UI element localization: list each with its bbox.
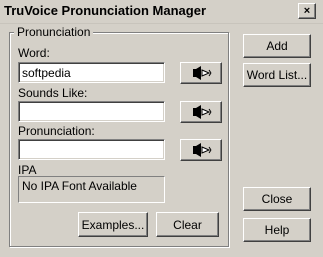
pronunciation-group-legend: Pronunciation — [14, 25, 94, 39]
speak-word-button[interactable] — [180, 62, 222, 84]
clear-button[interactable]: Clear — [156, 212, 219, 237]
sounds-like-label: Sounds Like: — [18, 86, 88, 100]
help-button[interactable]: Help — [243, 218, 311, 242]
speak-pronunciation-button[interactable] — [180, 139, 222, 161]
pronunciation-label: Pronunciation: — [18, 124, 95, 138]
word-label: Word: — [18, 46, 50, 60]
close-icon: × — [303, 4, 311, 17]
close-button[interactable]: Close — [243, 187, 311, 211]
speaker-play-icon — [193, 143, 212, 157]
speak-sounds-like-button[interactable] — [180, 101, 222, 123]
ipa-display: No IPA Font Available — [18, 176, 165, 203]
sounds-like-input[interactable] — [18, 101, 165, 122]
speaker-play-icon — [193, 105, 212, 119]
word-input[interactable] — [18, 62, 165, 83]
window-title: TruVoice Pronunciation Manager — [4, 3, 207, 18]
add-button[interactable]: Add — [243, 34, 311, 58]
pronunciation-input[interactable] — [18, 139, 165, 160]
examples-button[interactable]: Examples... — [78, 212, 148, 237]
title-bar: TruVoice Pronunciation Manager × — [0, 0, 323, 24]
word-list-button[interactable]: Word List... — [243, 63, 311, 87]
speaker-play-icon — [193, 66, 212, 80]
ipa-label: IPA — [18, 163, 37, 177]
window-close-button[interactable]: × — [298, 3, 316, 19]
